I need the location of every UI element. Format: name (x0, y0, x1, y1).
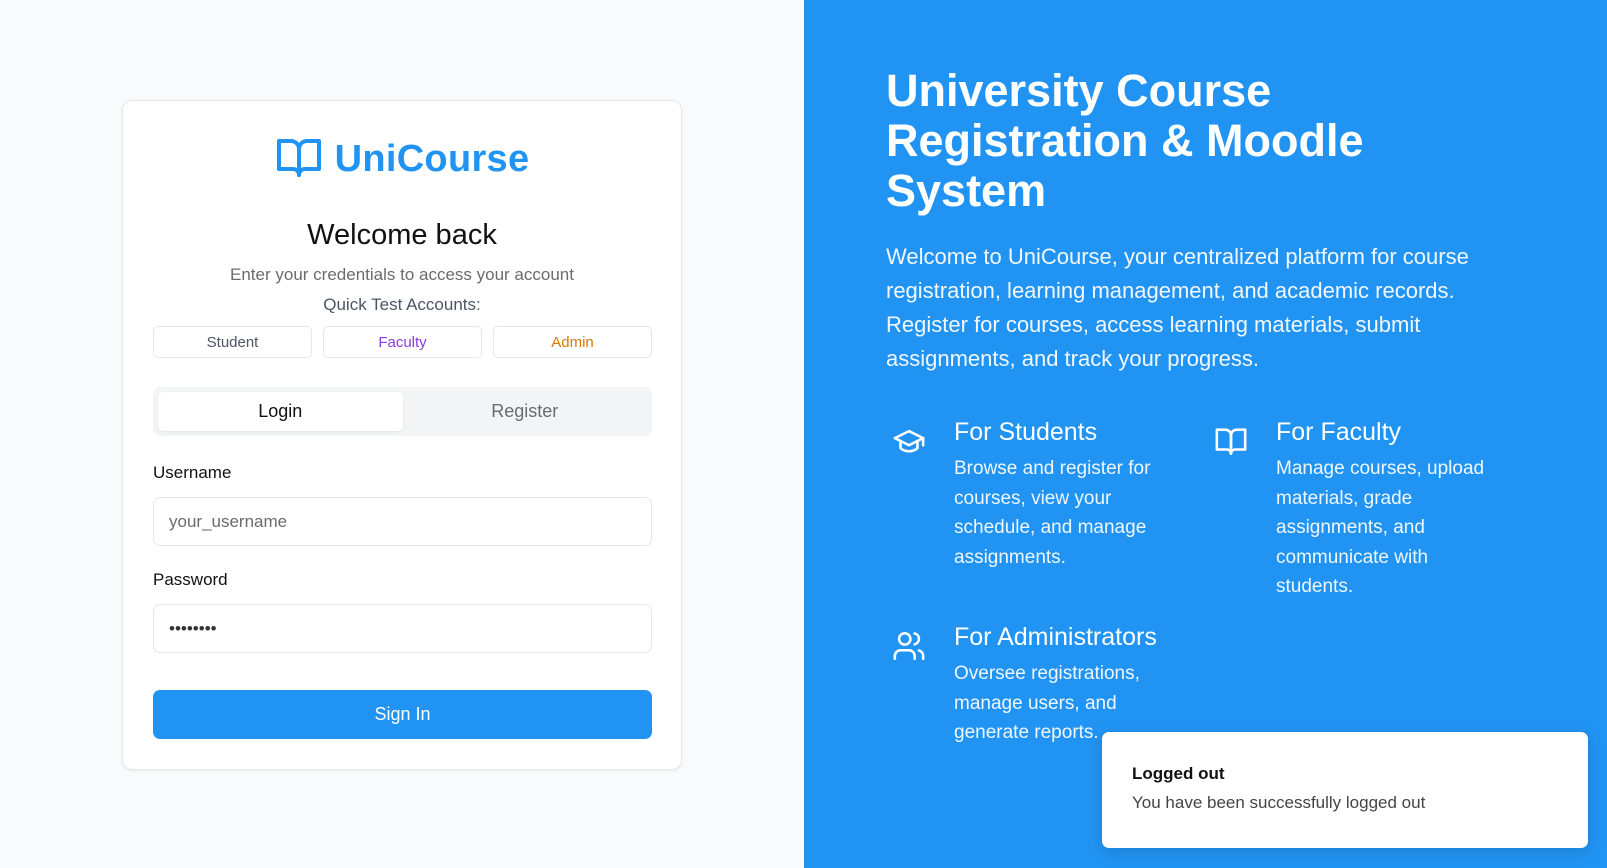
password-input[interactable] (153, 604, 652, 653)
login-panel: UniCourse Welcome back Enter your creden… (0, 0, 804, 868)
toast-title: Logged out (1132, 764, 1225, 783)
login-card: UniCourse Welcome back Enter your creden… (122, 100, 682, 770)
quick-account-admin-button[interactable]: Admin (493, 326, 652, 358)
book-open-icon (1214, 424, 1248, 458)
brand: UniCourse (123, 133, 681, 186)
users-icon (892, 629, 926, 663)
feature-title: For Students (954, 418, 1098, 446)
page-subtitle: Enter your credentials to access your ac… (230, 265, 574, 284)
feature-description: Manage courses, upload materials, grade … (1276, 458, 1485, 597)
quick-accounts-title: Quick Test Accounts: (323, 295, 481, 314)
username-label: Username (153, 463, 232, 482)
toast-notification[interactable]: Logged out You have been successfully lo… (1102, 732, 1588, 848)
toast-message: You have been successfully logged out (1132, 793, 1426, 812)
quick-accounts-row: Student Faculty Admin (153, 326, 652, 358)
password-label: Password (153, 570, 228, 589)
brand-name: UniCourse (334, 138, 530, 180)
sign-in-button[interactable]: Sign In (153, 690, 652, 739)
quick-account-faculty-button[interactable]: Faculty (323, 326, 482, 358)
feature-description: Browse and register for courses, view yo… (954, 458, 1151, 568)
username-input[interactable] (153, 497, 652, 546)
hero-description: Welcome to UniCourse, your centralized p… (886, 244, 1469, 371)
auth-tabs: Login Register (153, 387, 652, 436)
graduation-cap-icon (892, 424, 926, 458)
page-title: Welcome back (307, 219, 497, 251)
hero-title: University Course Registration & Moodle … (886, 65, 1364, 216)
feature-title: For Administrators (954, 623, 1157, 651)
book-open-icon (275, 133, 323, 186)
tab-register[interactable]: Register (403, 392, 648, 431)
tab-login[interactable]: Login (158, 392, 403, 431)
quick-account-student-button[interactable]: Student (153, 326, 312, 358)
feature-title: For Faculty (1276, 418, 1402, 446)
